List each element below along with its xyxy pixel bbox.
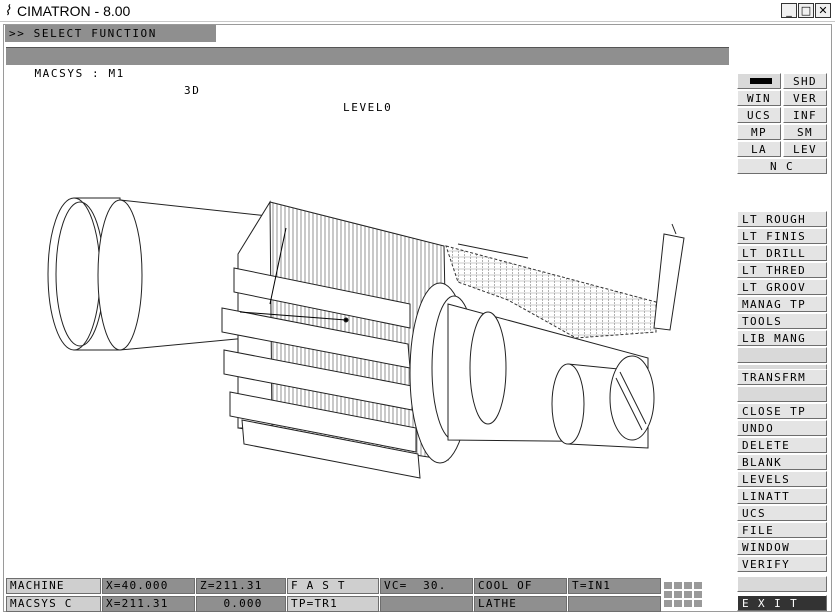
feed-mode: F A S T [287,578,379,594]
shaft-end-cap [609,355,655,441]
indicator-square [694,591,702,598]
menu-spacer [737,576,827,592]
x-coordinate-2: X=211.31 [102,596,195,612]
delete-button[interactable]: DELETE [737,437,827,453]
indicator-square [664,582,672,589]
blank-button[interactable]: BLANK [737,454,827,470]
transfrm-button[interactable]: TRANSFRM [737,369,827,385]
macsys-c-label: MACSYS C [6,596,101,612]
close-button[interactable]: ✕ [815,3,831,18]
toolpath-label: TP=TR1 [287,596,379,612]
win-button[interactable]: WIN [737,90,781,106]
shade-color-swatch[interactable] [737,73,781,89]
indicator-square [684,600,692,607]
graphics-viewport[interactable] [8,68,730,574]
window-button[interactable]: WINDOW [737,539,827,555]
indicator-square [694,582,702,589]
lt-thred-button[interactable]: LT THRED [737,262,827,278]
indicator-square [674,600,682,607]
menu-spacer [737,347,827,363]
indicator-square [674,582,682,589]
coolant-status: COOL OF [474,578,567,594]
shd-button[interactable]: SHD [783,73,827,89]
indicator-square [694,600,702,607]
tools-button[interactable]: TOOLS [737,313,827,329]
file-button[interactable]: FILE [737,522,827,538]
indicator-square [684,582,692,589]
color-swatch-icon [750,78,772,84]
app-logo-icon: ⌇ [4,3,11,19]
lt-finis-button[interactable]: LT FINIS [737,228,827,244]
status-line: MACSYS : M1 3D LEVEL0 [6,47,729,114]
lt-drill-button[interactable]: LT DRILL [737,245,827,261]
exit-button[interactable]: E X I T [737,595,827,611]
status-cell-blank [380,596,473,612]
menu-spacer [737,386,827,402]
linatt-button[interactable]: LINATT [737,488,827,504]
sm-button[interactable]: SM [783,124,827,140]
indicator-square [664,600,672,607]
nc-button[interactable]: N C [737,158,827,174]
verify-button[interactable]: VERIFY [737,556,827,572]
offset-value: 0.000 [196,596,286,612]
undo-button[interactable]: UNDO [737,420,827,436]
lt-rough-button[interactable]: LT ROUGH [737,211,827,227]
levels-button[interactable]: LEVELS [737,471,827,487]
command-prompt: >> SELECT FUNCTION [5,25,216,42]
indicator-square [684,591,692,598]
ucs-button[interactable]: UCS [737,505,827,521]
manag-tp-button[interactable]: MANAG TP [737,296,827,312]
status-cell-blank-2 [568,596,661,612]
lib-mang-button[interactable]: LIB MANG [737,330,827,346]
maximize-button[interactable]: □ [798,3,814,18]
window-title: CIMATRON - 8.00 [17,3,131,19]
minimize-button[interactable]: _ [781,3,797,18]
indicator-square [664,591,672,598]
tool-label: T=IN1 [568,578,661,594]
la-button[interactable]: LA [737,141,781,157]
lev-button[interactable]: LEV [783,141,827,157]
ver-button[interactable]: VER [783,90,827,106]
lt-groov-button[interactable]: LT GROOV [737,279,827,295]
indicator-square [674,591,682,598]
cutting-speed: VC= 30. [380,578,473,594]
inf-button[interactable]: INF [783,107,827,123]
ucs-view-button[interactable]: UCS [737,107,781,123]
mp-button[interactable]: MP [737,124,781,140]
x-coordinate: X=40.000 [102,578,195,594]
close-tp-button[interactable]: CLOSE TP [737,403,827,419]
z-coordinate: Z=211.31 [196,578,286,594]
machine-label: MACHINE [6,578,101,594]
machine-type-label: LATHE [474,596,567,612]
cutting-tool [653,233,685,331]
